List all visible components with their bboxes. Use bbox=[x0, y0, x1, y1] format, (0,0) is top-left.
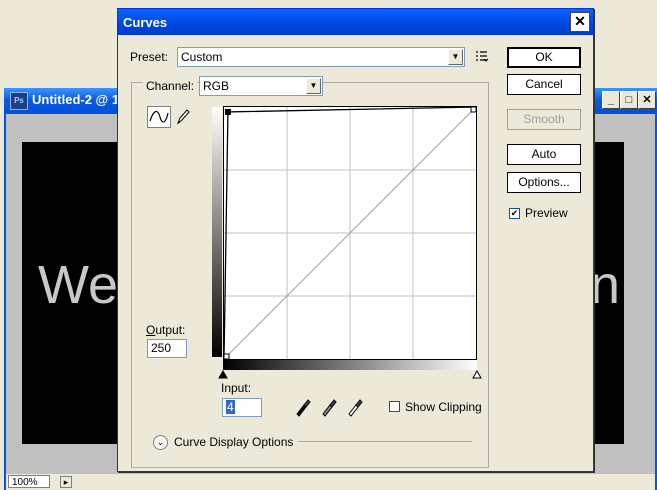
input-value: 4 bbox=[226, 400, 235, 414]
options-button[interactable]: Options... bbox=[507, 172, 581, 193]
channel-label: Channel: bbox=[143, 79, 198, 93]
output-field[interactable]: 250 bbox=[147, 339, 187, 358]
curve-control-point[interactable] bbox=[224, 108, 231, 115]
dialog-titlebar[interactable]: Curves ✕ bbox=[118, 9, 593, 35]
ok-button[interactable]: OK bbox=[507, 47, 581, 68]
input-label: Input: bbox=[221, 381, 252, 395]
status-bar: 100% ▸ bbox=[6, 474, 655, 490]
chevron-down-icon: ▼ bbox=[448, 49, 463, 65]
close-icon[interactable]: ✕ bbox=[570, 12, 590, 32]
curve-svg[interactable] bbox=[223, 106, 477, 360]
curve-graph[interactable] bbox=[223, 106, 477, 360]
photoshop-icon: Ps bbox=[10, 92, 28, 110]
auto-button[interactable]: Auto bbox=[507, 144, 581, 165]
input-field[interactable]: 4 bbox=[222, 398, 262, 417]
curve-display-options-label[interactable]: Curve Display Options bbox=[174, 435, 293, 449]
curves-dialog: Curves ✕ Preset: Custom ▼ Channel: RGB ▼ bbox=[117, 8, 594, 472]
maximize-icon[interactable]: □ bbox=[620, 91, 638, 109]
gray-eyedropper-icon[interactable] bbox=[320, 397, 338, 417]
output-gradient-bar bbox=[212, 107, 222, 357]
chevron-down-icon: ▼ bbox=[306, 78, 321, 94]
pencil-icon[interactable] bbox=[175, 108, 191, 126]
cancel-button[interactable]: Cancel bbox=[507, 74, 581, 95]
zoom-level-field[interactable]: 100% bbox=[8, 475, 50, 488]
preset-label: Preset: bbox=[130, 50, 169, 64]
divider bbox=[298, 441, 472, 442]
preview-label[interactable]: Preview bbox=[525, 206, 568, 220]
smooth-button[interactable]: Smooth bbox=[507, 109, 581, 130]
preview-checkbox[interactable]: ✔ bbox=[509, 208, 520, 219]
show-clipping-checkbox[interactable] bbox=[389, 401, 400, 412]
show-clipping-label[interactable]: Show Clipping bbox=[405, 400, 482, 414]
canvas-text-tail: n bbox=[590, 255, 618, 315]
channel-dropdown[interactable]: RGB ▼ bbox=[199, 76, 323, 96]
status-menu-icon[interactable]: ▸ bbox=[60, 476, 72, 488]
preset-value: Custom bbox=[181, 50, 223, 64]
curve-control-point[interactable] bbox=[223, 353, 230, 360]
output-label: Output: bbox=[146, 323, 186, 337]
preset-options-icon[interactable] bbox=[475, 50, 489, 62]
preset-dropdown[interactable]: Custom ▼ bbox=[177, 47, 465, 67]
dialog-title: Curves bbox=[123, 15, 168, 30]
white-point-slider-icon[interactable] bbox=[472, 370, 482, 379]
black-eyedropper-icon[interactable] bbox=[294, 397, 312, 417]
channel-value: RGB bbox=[203, 79, 230, 93]
input-gradient-bar bbox=[223, 360, 477, 370]
document-title: Untitled-2 @ 1 bbox=[32, 92, 120, 107]
curve-control-point[interactable] bbox=[470, 106, 477, 113]
minimize-icon[interactable]: _ bbox=[602, 91, 620, 109]
window-close-icon[interactable]: ✕ bbox=[638, 91, 656, 109]
white-eyedropper-icon[interactable] bbox=[346, 397, 364, 417]
chevron-down-icon[interactable]: ⌄ bbox=[153, 435, 168, 450]
black-point-slider-icon[interactable] bbox=[218, 370, 228, 379]
curve-point-tool[interactable] bbox=[147, 106, 171, 128]
